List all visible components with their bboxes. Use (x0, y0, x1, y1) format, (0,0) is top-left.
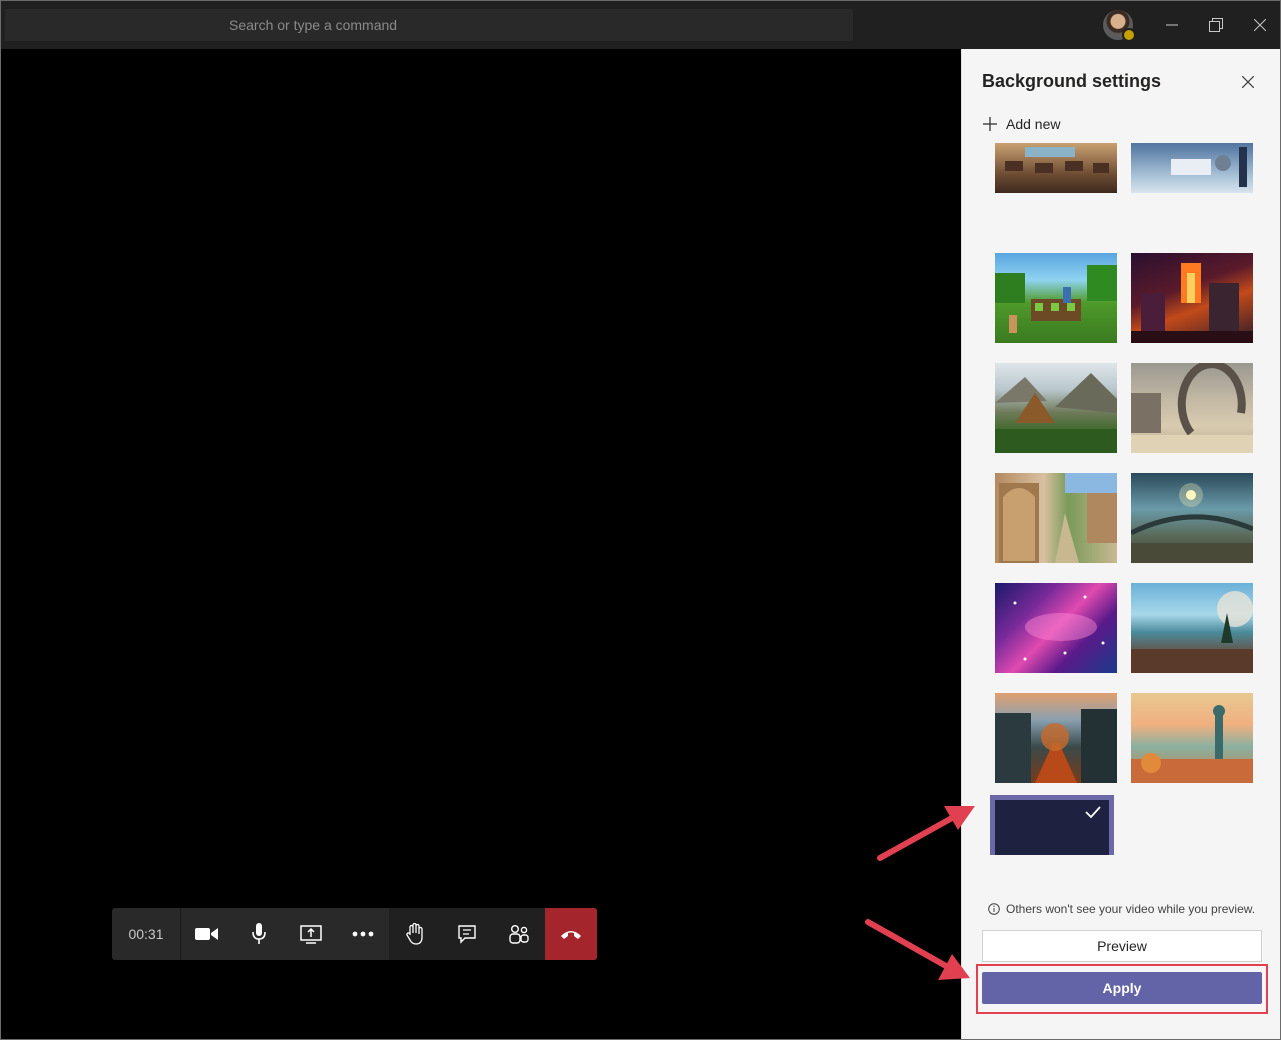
close-window-button[interactable] (1245, 11, 1275, 39)
checkmark-icon (1085, 806, 1101, 818)
microphone-button[interactable] (233, 908, 285, 960)
status-badge (1122, 28, 1136, 42)
background-thumbnail-minecraft-nether[interactable] (1131, 253, 1253, 343)
fantasy-village-street-art (999, 473, 1117, 563)
hang-up-button[interactable] (545, 908, 597, 960)
minecraft-farm-art (995, 265, 1117, 333)
participants-button[interactable] (493, 908, 545, 960)
background-thumbnail-custom-selected[interactable] (990, 795, 1114, 855)
raise-hand-button[interactable] (389, 908, 441, 960)
info-icon (988, 903, 1000, 915)
background-thumbnail-alien-planet-halo[interactable] (1131, 473, 1253, 563)
minimize-button[interactable] (1157, 11, 1187, 39)
background-thumbnail-mountain-valley[interactable] (995, 363, 1117, 453)
cartoon-landscape-art (1131, 705, 1253, 783)
more-options-icon (352, 931, 374, 937)
close-icon (1254, 19, 1266, 31)
search-input[interactable] (5, 9, 853, 41)
sci-fi-interior-art (1171, 147, 1247, 187)
close-panel-button[interactable] (1237, 71, 1259, 93)
teams-window: 00:31 (0, 0, 1281, 1040)
camera-button[interactable] (181, 908, 233, 960)
camera-icon (195, 928, 218, 940)
plus-icon (983, 117, 997, 131)
alien-shore-moon-art (1131, 591, 1253, 673)
classroom-art (1005, 147, 1109, 173)
participants-icon (509, 925, 529, 944)
background-thumbnail-autumn-village-street[interactable] (995, 693, 1117, 783)
galaxy-nebula-art (1013, 595, 1105, 661)
desert-ruins-arch-art (1131, 363, 1253, 453)
call-controls: 00:31 (112, 908, 597, 960)
background-gallery[interactable] (962, 143, 1280, 855)
video-stage: 00:31 (1, 49, 961, 1039)
preview-button[interactable]: Preview (982, 930, 1262, 962)
restore-button[interactable] (1201, 11, 1231, 39)
apply-button[interactable]: Apply (982, 972, 1262, 1004)
share-screen-icon (300, 925, 322, 944)
search-box[interactable] (5, 9, 853, 41)
restore-icon (1209, 18, 1223, 32)
background-thumbnail-desert-ruins-arch[interactable] (1131, 363, 1253, 453)
close-icon (1242, 76, 1254, 88)
share-screen-button[interactable] (285, 908, 337, 960)
background-thumbnail-minecraft-farm[interactable] (995, 253, 1117, 343)
background-thumbnail-fantasy-village-street[interactable] (995, 473, 1117, 563)
autumn-village-street-art (995, 709, 1117, 783)
chat-button[interactable] (441, 908, 493, 960)
background-thumbnail-classroom[interactable] (995, 143, 1117, 193)
minimize-icon (1166, 24, 1178, 26)
preview-note: Others won't see your video while you pr… (988, 902, 1255, 916)
mountain-valley-art (995, 373, 1117, 453)
preview-note-text: Others won't see your video while you pr… (1006, 902, 1256, 916)
chat-icon (458, 925, 476, 944)
more-options-button[interactable] (337, 908, 389, 960)
background-thumbnail-sci-fi-interior[interactable] (1131, 143, 1253, 193)
microphone-icon (252, 923, 266, 944)
hang-up-icon (561, 931, 581, 939)
add-new-label: Add new (1006, 116, 1061, 132)
background-thumbnail-cartoon-landscape[interactable] (1131, 693, 1253, 783)
alien-planet-halo-art (1131, 483, 1253, 563)
background-settings-panel: Background settings Add new Others won't… (961, 49, 1280, 1039)
add-new-button[interactable]: Add new (982, 113, 1060, 135)
background-thumbnail-alien-shore-moon[interactable] (1131, 583, 1253, 673)
background-thumbnail-galaxy-nebula[interactable] (995, 583, 1117, 673)
avatar[interactable] (1103, 10, 1136, 42)
call-controls-secondary (389, 908, 597, 960)
title-bar (1, 1, 1280, 49)
call-timer: 00:31 (112, 908, 181, 960)
call-controls-primary: 00:31 (112, 908, 389, 960)
minecraft-nether-art (1131, 263, 1253, 343)
raise-hand-icon (406, 923, 423, 945)
panel-title: Background settings (982, 71, 1162, 91)
